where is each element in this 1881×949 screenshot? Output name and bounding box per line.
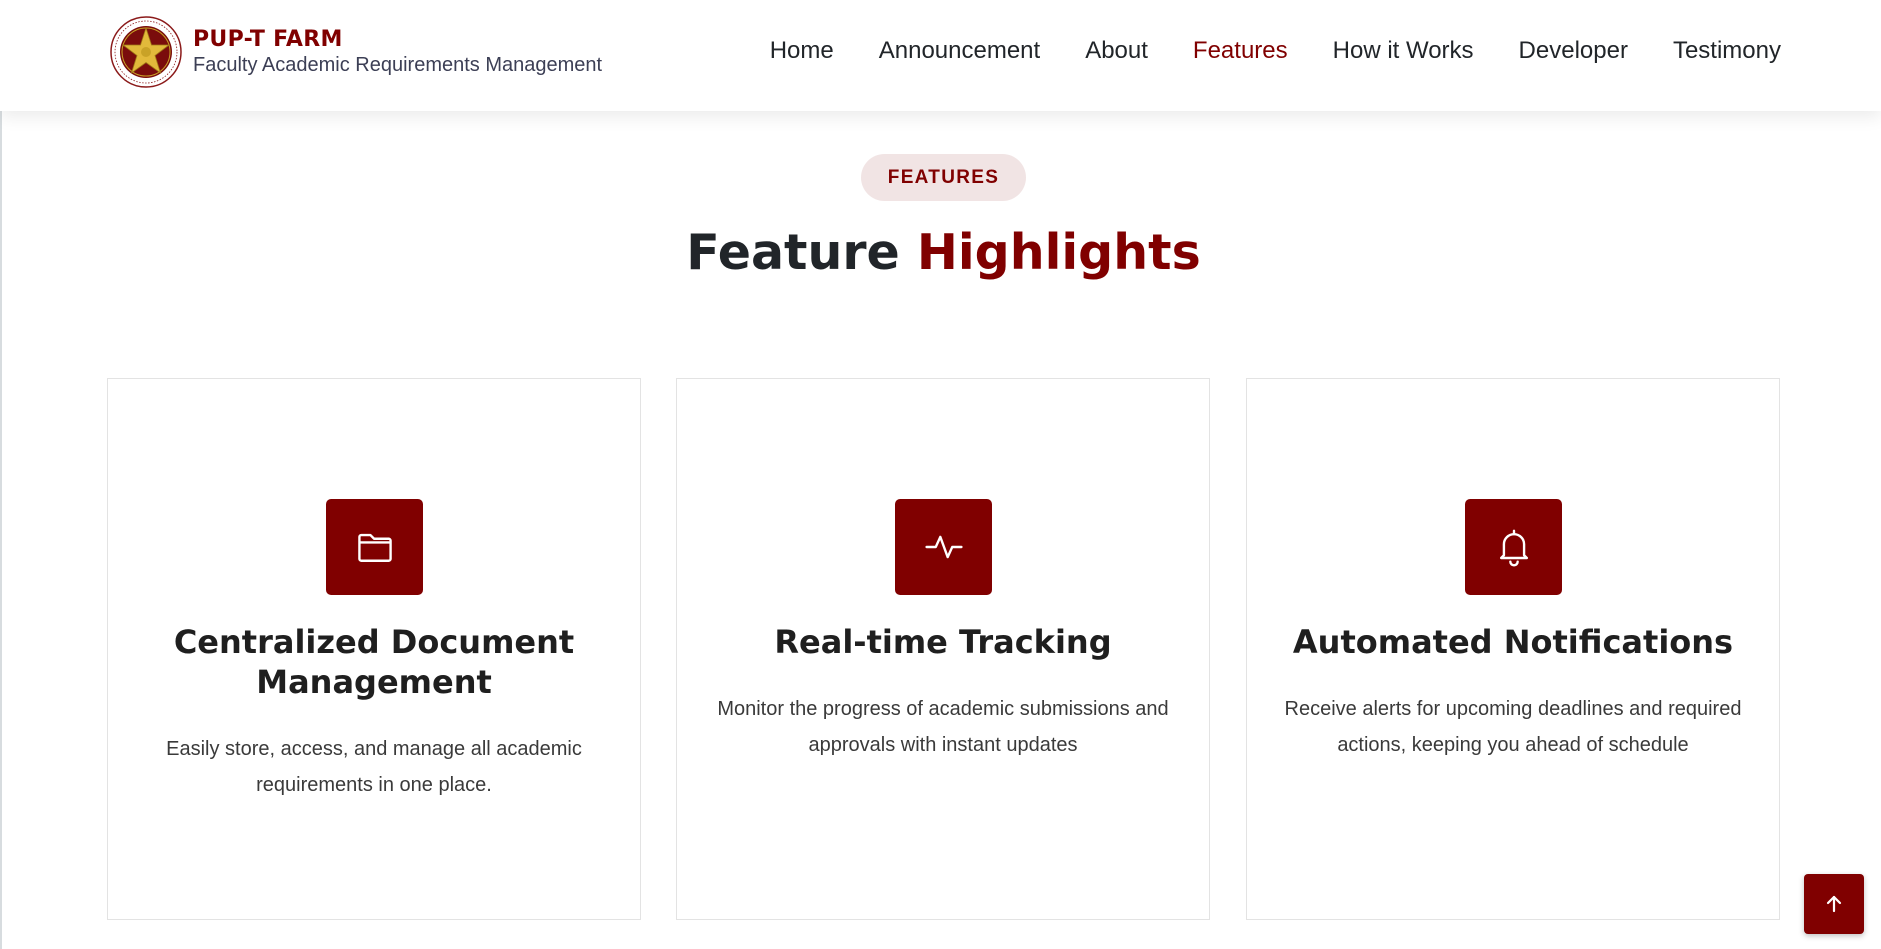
section-title-accent: Highlights — [916, 224, 1201, 281]
main-nav: Home Announcement About Features How it … — [725, 36, 1781, 66]
activity-icon — [924, 535, 963, 559]
page-left-border — [0, 0, 2, 949]
nav-about[interactable]: About — [1085, 36, 1148, 66]
feature-icon-box — [326, 499, 423, 595]
back-to-top-button[interactable] — [1804, 874, 1864, 934]
folder-icon — [357, 533, 392, 562]
nav-home[interactable]: Home — [770, 36, 834, 66]
nav-features[interactable]: Features — [1193, 36, 1288, 66]
site-header: PUP-T FARM Faculty Academic Requirements… — [0, 0, 1881, 111]
feature-description: Monitor the progress of academic submiss… — [717, 698, 1169, 756]
feature-card-document-management: Centralized Document Management Easily s… — [107, 378, 641, 920]
bell-icon — [1499, 529, 1528, 567]
feature-card-real-time-tracking: Real-time Tracking Monitor the progress … — [676, 378, 1210, 920]
university-seal-icon — [110, 16, 182, 88]
feature-icon-box — [1465, 499, 1562, 595]
nav-testimony[interactable]: Testimony — [1673, 36, 1781, 66]
feature-title: Centralized Document Management — [173, 623, 575, 701]
feature-description: Receive alerts for upcoming deadlines an… — [1284, 698, 1742, 756]
nav-developer[interactable]: Developer — [1519, 36, 1628, 66]
brand[interactable]: PUP-T FARM Faculty Academic Requirements… — [110, 16, 602, 88]
section-title: Feature Highlights — [0, 218, 1881, 288]
section-title-main: Feature — [686, 224, 900, 281]
feature-icon-box — [895, 499, 992, 595]
feature-description: Easily store, access, and manage all aca… — [166, 738, 582, 796]
nav-how-it-works[interactable]: How it Works — [1333, 36, 1474, 66]
section-tag: FEATURES — [861, 154, 1026, 201]
nav-announcement[interactable]: Announcement — [879, 36, 1040, 66]
feature-title: Automated Notifications — [1292, 623, 1734, 661]
arrow-up-icon — [1826, 895, 1842, 913]
feature-card-automated-notifications: Automated Notifications Receive alerts f… — [1246, 378, 1780, 920]
brand-subtitle: Faculty Academic Requirements Management — [193, 54, 603, 76]
feature-title: Real-time Tracking — [774, 623, 1112, 661]
brand-title: PUP-T FARM — [193, 27, 343, 52]
